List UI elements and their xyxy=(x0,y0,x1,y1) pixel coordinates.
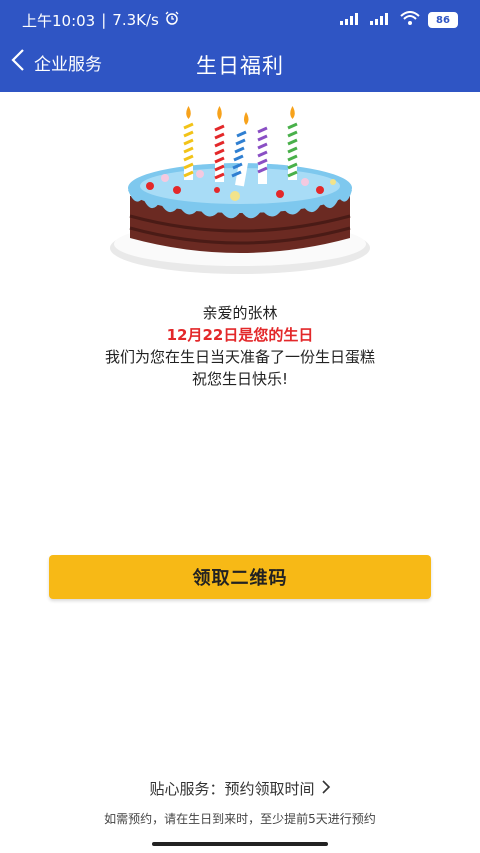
gift-text: 我们为您在生日当天准备了一份生日蛋糕 xyxy=(104,348,375,366)
home-indicator xyxy=(152,842,328,846)
reserve-time-link[interactable]: 贴心服务：预约领取时间 xyxy=(0,778,480,799)
signal-icon xyxy=(340,11,362,29)
reserve-time-label: 贴心服务：预约领取时间 xyxy=(149,780,315,798)
get-qrcode-button[interactable]: 领取二维码 xyxy=(49,555,431,599)
birthday-message: 亲爱的张林 12月22日是您的生日 我们为您在生日当天准备了一份生日蛋糕 祝您生… xyxy=(0,302,480,390)
birthday-cake-image xyxy=(105,98,375,283)
birthday-date-text: 12月22日是您的生日 xyxy=(166,326,314,344)
nav-bar: 企业服务 生日福利 xyxy=(0,40,480,92)
wifi-icon xyxy=(400,11,420,29)
status-time: 上午10:03 xyxy=(22,11,96,30)
wish-text: 祝您生日快乐! xyxy=(191,370,288,388)
status-separator: | xyxy=(101,11,107,29)
status-bar: 上午10:03 | 7.3K/s 86 xyxy=(0,0,480,40)
battery-icon: 86 xyxy=(428,12,458,28)
alarm-icon xyxy=(165,11,179,29)
page-title: 生日福利 xyxy=(196,54,284,78)
reservation-note: 如需预约，请在生日到来时，至少提前5天进行预约 xyxy=(104,812,376,826)
greeting-text: 亲爱的张林 xyxy=(202,304,278,322)
signal-icon xyxy=(370,11,392,29)
chevron-right-icon xyxy=(321,779,331,798)
app-header: 上午10:03 | 7.3K/s 86 企业服务 生日福利 xyxy=(0,0,480,92)
network-speed: 7.3K/s xyxy=(112,11,159,29)
